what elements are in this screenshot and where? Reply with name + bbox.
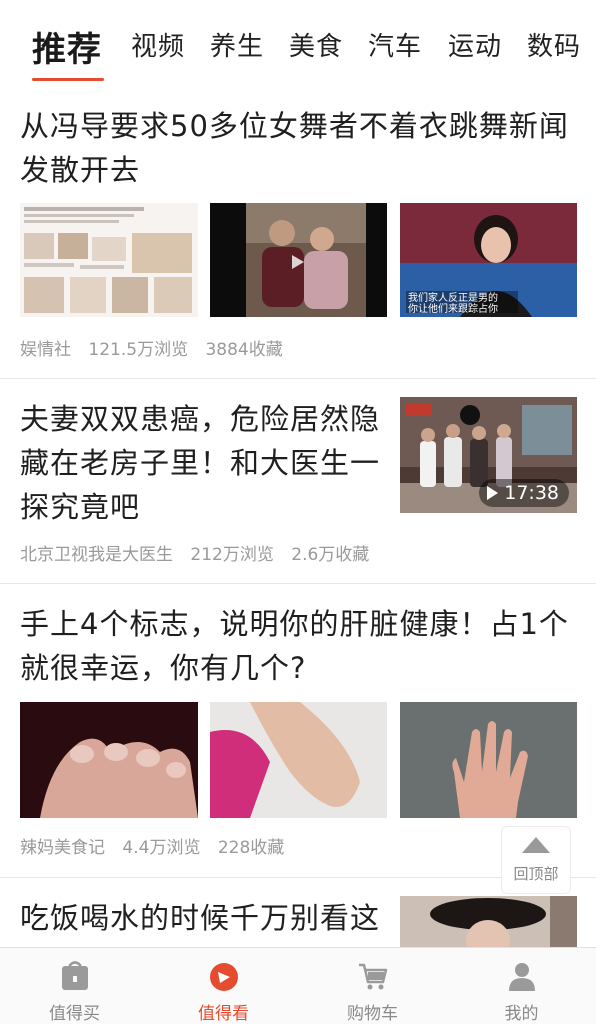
article-3-title[interactable]: 手上4个标志，说明你的肝脏健康！占1个 就很幸运，你有几个? (20, 602, 580, 690)
article-3-source[interactable]: 辣妈美食记 (20, 838, 105, 858)
nav-item-worth-buying[interactable]: 值得买 (0, 948, 149, 1024)
article-3-views: 4.4万浏览 (122, 838, 201, 858)
article-1-title-line-1: 从冯导要求50多位女舞者不着衣跳舞新闻 (20, 109, 569, 143)
active-tab-indicator (32, 78, 104, 81)
article-3-title-line-2: 就很幸运，你有几个? (20, 651, 307, 685)
article-1-title[interactable]: 从冯导要求50多位女舞者不着衣跳舞新闻 发散开去 (20, 104, 580, 192)
duration-text: 17:38 (504, 482, 559, 504)
nav-label: 我的 (504, 1004, 539, 1024)
article-1-title-line-2: 发散开去 (20, 153, 141, 187)
article-3-thumb-nails[interactable] (20, 702, 198, 818)
category-tabs: 推荐 视频 养生 美食 汽车 运动 数码 (0, 0, 596, 92)
nav-item-cart[interactable]: 购物车 (298, 948, 447, 1024)
article-2-title-line-1: 夫妻双双患癌，危险居然隐 (20, 402, 381, 436)
article-1-thumb-party[interactable] (210, 203, 387, 317)
back-to-top-label: 回顶部 (513, 865, 559, 883)
tab-auto[interactable]: 汽车 (368, 26, 422, 63)
article-2-title-line-2: 藏在老房子里！和大医生一 (20, 446, 381, 480)
article-3-meta: 辣妈美食记 4.4万浏览 228收藏 (20, 833, 296, 858)
article-1-source[interactable]: 娱情社 (20, 340, 71, 360)
tab-digital[interactable]: 数码 (527, 26, 581, 63)
article-1-favorites: 3884收藏 (205, 340, 283, 360)
article-1-thumb-tvshow[interactable]: 我们家人反正是男的 你让他们来跟踪占你 (400, 203, 577, 317)
play-icon (487, 486, 499, 500)
tab-recommend[interactable]: 推荐 (32, 22, 102, 71)
bottom-nav: 值得买 值得看 购物车 我的 (0, 947, 596, 1024)
back-to-top-button[interactable]: 回顶部 (501, 826, 571, 894)
article-2-meta: 北京卫视我是大医生 212万浏览 2.6万收藏 (20, 540, 381, 565)
article-3-title-line-1: 手上4个标志，说明你的肝脏健康！占1个 (20, 607, 569, 641)
article-3-thumb-palm[interactable] (400, 702, 577, 818)
article-4-title-line-1: 吃饭喝水的时候千万别看这 (20, 901, 381, 935)
nav-item-worth-watching[interactable]: 值得看 (149, 948, 298, 1024)
article-3-thumb-hand-back[interactable] (210, 702, 387, 818)
article-2-source[interactable]: 北京卫视我是大医生 (20, 545, 173, 565)
nav-item-mine[interactable]: 我的 (447, 948, 596, 1024)
nav-label: 值得看 (198, 1004, 249, 1024)
article-2-video-thumb[interactable]: 17:38 (400, 397, 577, 513)
app-screen: 推荐 视频 养生 美食 汽车 运动 数码 从冯导要求50多位女舞者不着衣跳舞新闻… (0, 0, 596, 1024)
article-3-favorites: 228收藏 (217, 838, 285, 858)
nav-label: 购物车 (347, 1004, 398, 1024)
article-2-views: 212万浏览 (190, 545, 274, 565)
article-2-favorites: 2.6万收藏 (291, 545, 370, 565)
article-1-thumb-newspage[interactable] (20, 203, 198, 317)
article-2-title[interactable]: 夫妻双双患癌，危险居然隐 藏在老房子里！和大医生一 探究竟吧 (20, 397, 390, 529)
caption-line-1: 我们家人反正是男的 (408, 293, 498, 304)
tab-sports[interactable]: 运动 (448, 26, 502, 63)
user-icon (508, 963, 535, 991)
discover-icon (209, 963, 238, 991)
bag-icon (61, 961, 88, 990)
tvshow-caption: 我们家人反正是男的 你让他们来跟踪占你 (408, 293, 498, 315)
divider (0, 583, 596, 584)
article-4-title[interactable]: 吃饭喝水的时候千万别看这 (20, 896, 390, 940)
article-1-meta: 娱情社 121.5万浏览 3884收藏 (20, 335, 295, 360)
cart-icon (358, 963, 387, 990)
arrow-up-icon (522, 837, 550, 853)
tab-food[interactable]: 美食 (289, 26, 343, 63)
divider (0, 378, 596, 379)
tab-health[interactable]: 养生 (210, 26, 264, 63)
article-2-title-line-3: 探究竟吧 (20, 490, 141, 524)
article-1-views: 121.5万浏览 (88, 340, 189, 360)
tab-video[interactable]: 视频 (131, 26, 185, 63)
caption-line-2: 你让他们来跟踪占你 (408, 304, 498, 315)
nav-label: 值得买 (49, 1004, 100, 1024)
video-duration: 17:38 (479, 479, 569, 507)
